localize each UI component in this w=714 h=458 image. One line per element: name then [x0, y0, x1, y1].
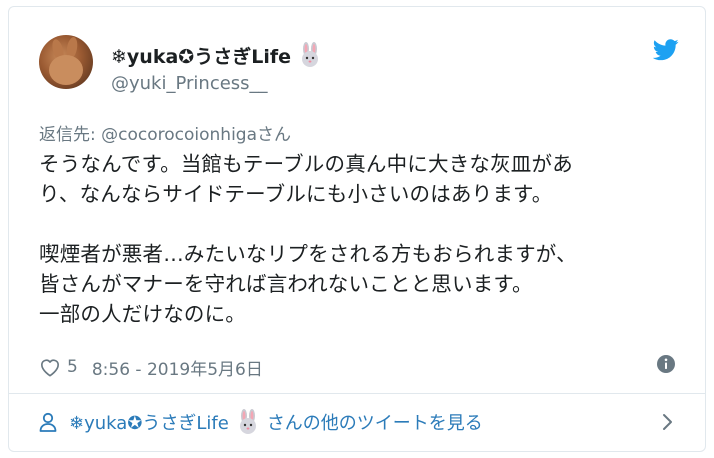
- chevron-right-icon[interactable]: [661, 412, 675, 432]
- tweet-text-line: 皆さんがマナーを守れば言われないことと思います。: [39, 272, 533, 296]
- author-handle[interactable]: @yuki_Princess__: [111, 73, 268, 94]
- tweet-timestamp[interactable]: 8:56 - 2019年5月6日: [92, 355, 263, 380]
- author-name-row[interactable]: ❄yuka✪うさぎLife: [111, 41, 323, 69]
- tweet-text-line: 一部の人だけなのに。: [39, 302, 246, 326]
- like-count[interactable]: 5: [67, 357, 78, 377]
- author-display-name[interactable]: ❄yuka✪うさぎLife: [111, 42, 291, 69]
- reply-to-prefix: 返信先:: [39, 125, 102, 145]
- rabbit-emoji-icon: [239, 409, 256, 434]
- footer-divider: [9, 393, 705, 394]
- more-tweets-link[interactable]: ❄yuka✪うさぎLife さんの他のツイートを見る: [39, 407, 483, 437]
- tweet-meta-row: 5 8:56 - 2019年5月6日: [39, 354, 263, 380]
- tweet-text: そうなんです。当館もテーブルの真ん中に大きな灰皿があ り、なんならサイドテーブル…: [39, 149, 679, 329]
- embedded-tweet-card: ❄yuka✪うさぎLife @yuki_Princess__ 返信先: @coc…: [8, 6, 706, 452]
- tweet-text-line: 喫煙者が悪者…みたいなリプをされる方もおられますが、: [39, 242, 577, 266]
- tweet-text-line: そうなんです。当館もテーブルの真ん中に大きな灰皿があ: [39, 152, 573, 176]
- avatar-rabbit-face: [49, 55, 83, 85]
- info-icon[interactable]: [656, 354, 676, 374]
- twitter-bird-icon[interactable]: [653, 39, 679, 61]
- person-icon: [39, 412, 57, 432]
- reply-to-line: 返信先: @cocorocoionhigaさん: [39, 120, 291, 145]
- tweet-text-blank-line: [39, 209, 679, 239]
- tweet-text-line: り、なんならサイドテーブルにも小さいのはあります。: [39, 182, 553, 206]
- author-avatar[interactable]: [39, 35, 93, 89]
- heart-icon[interactable]: [39, 357, 61, 377]
- reply-to-handle-link[interactable]: @cocorocoionhiga: [101, 125, 257, 145]
- more-tweets-author-name[interactable]: ❄yuka✪うさぎLife: [69, 409, 229, 435]
- more-tweets-label[interactable]: さんの他のツイートを見る: [267, 409, 483, 435]
- rabbit-emoji-icon: [301, 42, 318, 67]
- reply-to-suffix: さん: [257, 125, 292, 145]
